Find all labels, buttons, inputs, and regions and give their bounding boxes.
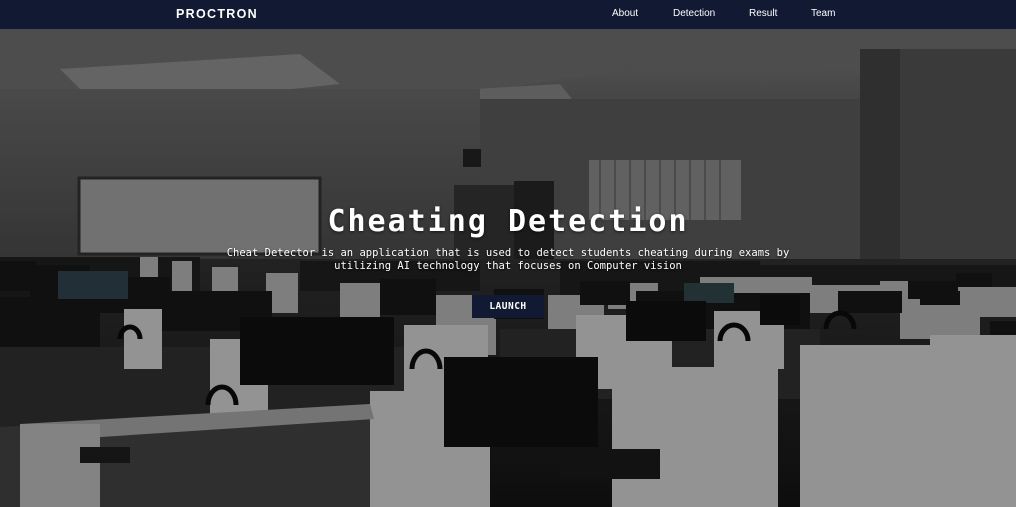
hero-title: Cheating Detection: [327, 204, 689, 239]
launch-button[interactable]: LAUNCH: [472, 295, 544, 318]
nav-link-about[interactable]: About: [612, 8, 638, 19]
nav-link-team[interactable]: Team: [811, 8, 835, 19]
nav-link-result[interactable]: Result: [749, 8, 777, 19]
nav-link-detection[interactable]: Detection: [673, 8, 715, 19]
brand-logo[interactable]: PROCTRON: [176, 7, 258, 21]
hero-section: Cheating Detection Cheat Detector is an …: [0, 29, 1016, 507]
hero-subtitle: Cheat Detector is an application that is…: [226, 247, 790, 272]
top-navbar: PROCTRON About Detection Result Team: [0, 0, 1016, 29]
